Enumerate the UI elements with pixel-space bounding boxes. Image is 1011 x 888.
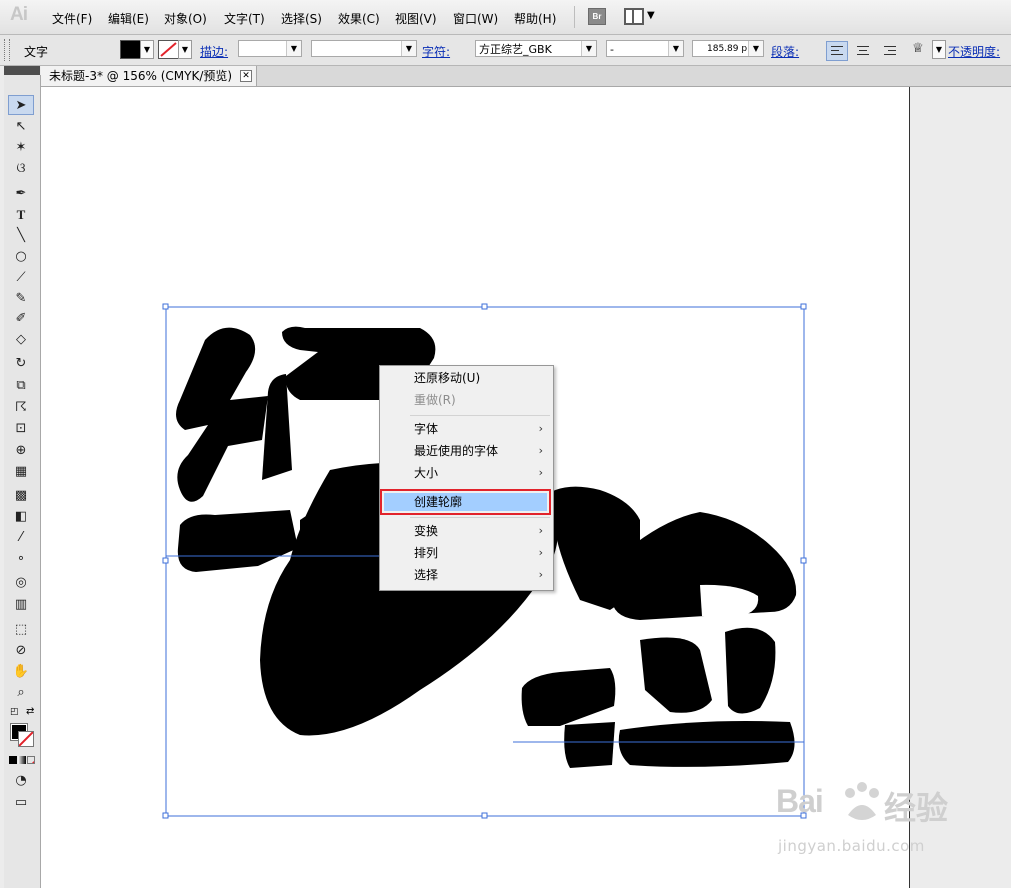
context-menu: 还原移动(U) 重做(R) 字体 › 最近使用的字体 › 大小 › 创建轮廓 变换 › … bbox=[379, 365, 554, 591]
glyph-stroke bbox=[618, 721, 795, 767]
glyph-stroke bbox=[640, 637, 712, 713]
watermark-brand-right: 经验 bbox=[884, 789, 949, 827]
glyph-stroke bbox=[521, 668, 616, 726]
menu-item-create-outlines[interactable]: 创建轮廓 bbox=[380, 491, 553, 513]
watermark-brand-left: Bai bbox=[776, 783, 824, 819]
chevron-right-icon: › bbox=[538, 524, 543, 537]
menu-separator bbox=[410, 517, 550, 518]
menu-item-font[interactable]: 字体 › bbox=[380, 418, 553, 440]
menu-separator bbox=[410, 415, 550, 416]
menu-item-redo: 重做(R) bbox=[414, 393, 456, 407]
menu-item-select[interactable]: 选择 › bbox=[380, 564, 553, 586]
menu-item-arrange[interactable]: 排列 › bbox=[380, 542, 553, 564]
chevron-right-icon: › bbox=[538, 466, 543, 479]
menu-item-recent-fonts[interactable]: 最近使用的字体 › bbox=[380, 440, 553, 462]
chevron-right-icon: › bbox=[538, 568, 543, 581]
chevron-right-icon: › bbox=[538, 444, 543, 457]
watermark-url: jingyan.baidu.com bbox=[778, 837, 925, 855]
selection-handle[interactable] bbox=[481, 812, 488, 819]
menu-item-transform[interactable]: 变换 › bbox=[380, 520, 553, 542]
chevron-right-icon: › bbox=[538, 546, 543, 559]
selection-handle[interactable] bbox=[162, 812, 169, 819]
baidu-watermark: Bai 经验 jingyan.baidu.com bbox=[776, 781, 1006, 861]
glyph-stroke bbox=[176, 327, 268, 502]
menu-item-undo-move[interactable]: 还原移动(U) bbox=[380, 367, 553, 389]
glyph-stroke bbox=[725, 627, 776, 714]
selection-handle[interactable] bbox=[481, 303, 488, 310]
chevron-right-icon: › bbox=[538, 422, 543, 435]
paw-icon bbox=[845, 782, 879, 820]
glyph-stroke bbox=[262, 374, 292, 480]
selection-handle[interactable] bbox=[800, 557, 807, 564]
glyph-stroke bbox=[177, 510, 298, 572]
glyph-stroke bbox=[564, 722, 615, 768]
selection-handle[interactable] bbox=[162, 303, 169, 310]
selection-handle[interactable] bbox=[162, 557, 169, 564]
menu-item-size[interactable]: 大小 › bbox=[380, 462, 553, 484]
selection-handle[interactable] bbox=[800, 303, 807, 310]
